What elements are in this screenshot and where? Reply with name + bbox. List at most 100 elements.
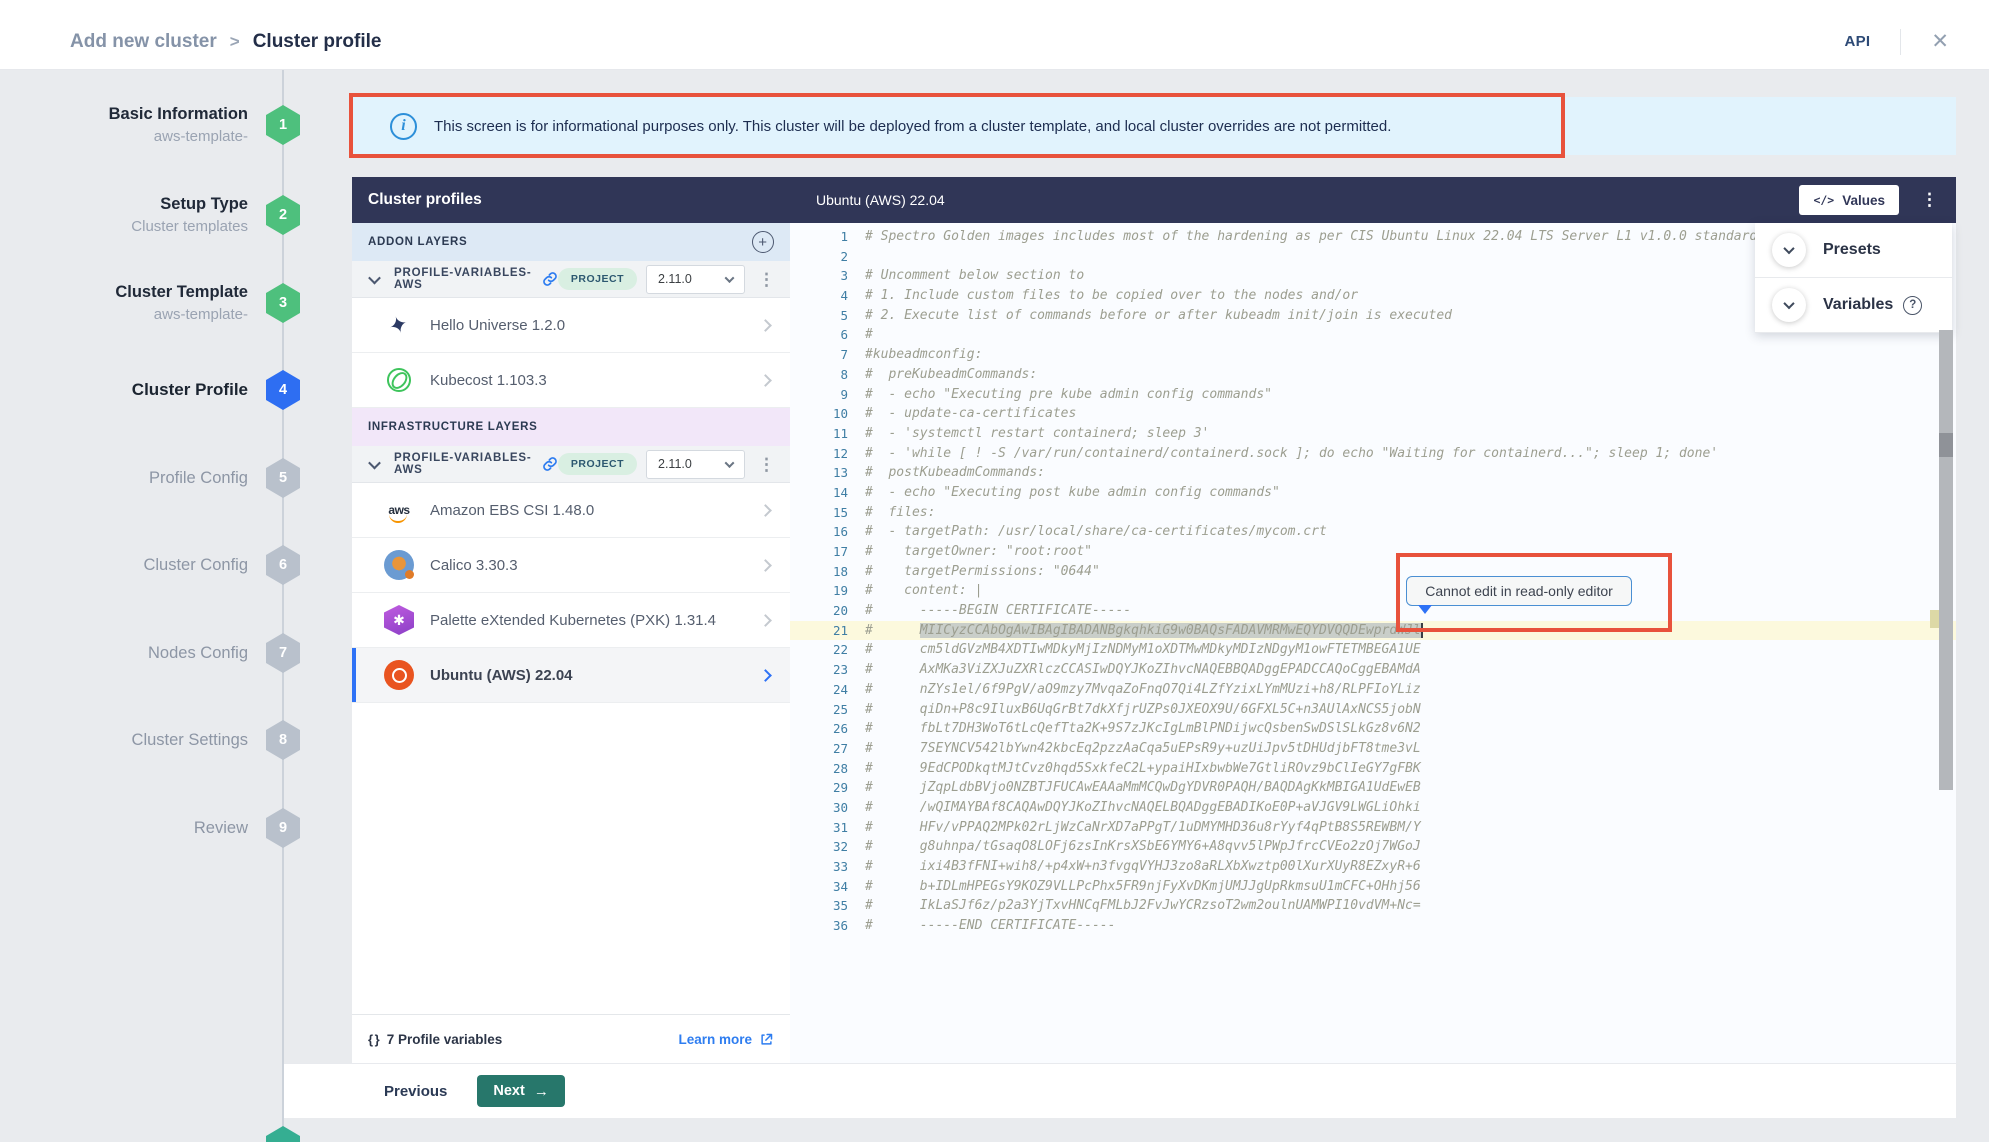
code-text: # MIICyzCCAbOgAwIBAgIBADANBgkqhkiG9w0BAQ… [865, 621, 1423, 641]
add-layer-icon[interactable]: + [752, 231, 774, 253]
step-number-badge: 7 [266, 633, 300, 673]
code-text: # /wQIMAYBAf8CAQAwDQYJKoZIhvcNAQELBQADgg… [865, 798, 1421, 818]
code-line: 8 # preKubeadmCommands: [790, 365, 1956, 385]
layer-list-item[interactable]: Hello Universe 1.2.0 [352, 298, 790, 353]
code-text: # targetPermissions: "0644" [865, 562, 1100, 582]
code-text: # HFv/vPPAQ2MPk02rLjWzCaNrXD7aPPgT/1uDMY… [865, 818, 1421, 838]
code-text: # 2. Execute list of commands before or … [865, 306, 1452, 326]
help-icon[interactable]: ? [1903, 296, 1922, 315]
wizard-stepper: Basic Information aws-template- 1 Setup … [0, 0, 330, 1142]
step-number-badge: 8 [266, 720, 300, 760]
code-line: 19 # content: | [790, 581, 1956, 601]
profile-variables-count: { } 7 Profile variables [368, 1032, 502, 1047]
layer-list-item[interactable]: Calico 3.30.3 [352, 538, 790, 593]
breadcrumb-parent-link[interactable]: Add new cluster [70, 31, 217, 53]
editor-scrollbar[interactable] [1939, 330, 1953, 790]
stepper-step[interactable]: Nodes Config 7 [0, 625, 248, 681]
variables-expand-button[interactable] [1772, 288, 1806, 322]
chevron-down-icon [725, 458, 735, 468]
layer-list-item[interactable]: Kubecost 1.103.3 [352, 353, 790, 408]
close-icon[interactable]: ✕ [1931, 31, 1949, 52]
layer-name: Palette eXtended Kubernetes (PXK) 1.31.4 [430, 612, 761, 629]
editor-kebab-menu-icon[interactable]: ⋮ [1917, 190, 1942, 210]
header-actions: API ✕ [1844, 29, 1949, 55]
addon-layers-section: ADDON LAYERS + [352, 223, 790, 261]
info-icon: i [390, 113, 417, 140]
line-number: 27 [790, 739, 848, 759]
kebab-menu-icon[interactable]: ⋮ [755, 271, 778, 288]
arrow-right-icon: → [534, 1083, 549, 1100]
wizard-actions-bar: Previous Next → [284, 1063, 1956, 1118]
code-editor-content[interactable]: 1 # Spectro Golden images includes most … [790, 223, 1956, 1063]
stepper-step[interactable]: Cluster Template aws-template- 3 [0, 275, 248, 331]
infra-layers-list: Amazon EBS CSI 1.48.0 Calico 3.30.3 Pale… [352, 483, 790, 703]
learn-more-link[interactable]: Learn more [678, 1032, 774, 1047]
previous-button[interactable]: Previous [384, 1083, 447, 1100]
layer-name: Calico 3.30.3 [430, 557, 761, 574]
line-number: 8 [790, 365, 848, 385]
breadcrumb-separator: > [230, 32, 240, 52]
code-line: 35 # IkLaSJf6z/p2a3YjTxvHNCqFMLbJ2FvJwYC… [790, 896, 1956, 916]
highlighted-line-marker [1930, 610, 1939, 628]
presets-expand-button[interactable] [1772, 233, 1806, 267]
addon-profile-group-row[interactable]: PROFILE-VARIABLES-AWS PROJECT 2.11.0 ⋮ [352, 261, 790, 298]
line-number: 25 [790, 700, 848, 720]
link-icon [542, 271, 558, 287]
editor-scrollbar-thumb[interactable] [1939, 433, 1953, 457]
layer-list-item[interactable]: Palette eXtended Kubernetes (PXK) 1.31.4 [352, 593, 790, 648]
chevron-down-icon [725, 273, 735, 283]
line-number: 17 [790, 542, 848, 562]
variables-row[interactable]: Variables ? [1755, 278, 1952, 333]
line-number: 13 [790, 463, 848, 483]
step-sublabel: aws-template- [0, 128, 248, 145]
code-line: 15 # files: [790, 503, 1956, 523]
stepper-step[interactable]: Review 9 [0, 800, 248, 856]
code-text: # 1. Include custom files to be copied o… [865, 286, 1358, 306]
stepper-step[interactable]: Setup Type Cluster templates 2 [0, 187, 248, 243]
api-button[interactable]: API [1844, 33, 1870, 50]
layer-list-item[interactable]: Amazon EBS CSI 1.48.0 [352, 483, 790, 538]
project-scope-badge: PROJECT [558, 453, 637, 475]
code-text: # 9EdCPODkqtMJtCvz0hqd5SxkfeC2L+ypaiHIxb… [865, 759, 1421, 779]
profile-group-name: PROFILE-VARIABLES-AWS [394, 452, 533, 476]
profile-version-select[interactable]: 2.11.0 [646, 265, 745, 294]
code-text: # jZqpLdbBVjo0NZBTJFUCAwEAAaMmMCQwDgYDVR… [865, 778, 1421, 798]
line-number: 24 [790, 680, 848, 700]
code-text: # Spectro Golden images includes most of… [865, 227, 1765, 247]
infra-profile-group-row[interactable]: PROFILE-VARIABLES-AWS PROJECT 2.11.0 ⋮ [352, 446, 790, 483]
stepper-step[interactable]: Profile Config 5 [0, 450, 248, 506]
line-number: 21 [790, 621, 848, 641]
values-button[interactable]: </> Values [1799, 185, 1899, 215]
layer-name: Kubecost 1.103.3 [430, 372, 761, 389]
next-button[interactable]: Next → [477, 1075, 564, 1107]
chevron-right-icon [759, 374, 772, 387]
layer-list-item[interactable]: Ubuntu (AWS) 22.04 [352, 648, 790, 703]
presets-row[interactable]: Presets [1755, 223, 1952, 278]
code-text: # - echo "Executing pre kube admin confi… [865, 385, 1272, 405]
cluster-profiles-header: Cluster profiles [352, 177, 790, 223]
line-number: 18 [790, 562, 848, 582]
code-text: # - targetPath: /usr/local/share/ca-cert… [865, 522, 1327, 542]
code-text: # -----BEGIN CERTIFICATE----- [865, 601, 1131, 621]
stepper-step[interactable]: Basic Information aws-template- 1 [0, 97, 248, 153]
kebab-menu-icon[interactable]: ⋮ [755, 456, 778, 473]
code-line: 7 #kubeadmconfig: [790, 345, 1956, 365]
chevron-right-icon [759, 559, 772, 572]
infrastructure-layers-section: INFRASTRUCTURE LAYERS [352, 408, 790, 446]
cluster-profiles-title: Cluster profiles [368, 191, 482, 209]
code-text: # postKubeadmCommands: [865, 463, 1045, 483]
step-number-badge: 1 [266, 105, 300, 145]
code-line: 16 # - targetPath: /usr/local/share/ca-c… [790, 522, 1956, 542]
profile-version-select[interactable]: 2.11.0 [646, 450, 745, 479]
stepper-step[interactable]: Cluster Profile 4 [0, 362, 248, 418]
chevron-down-icon [368, 271, 381, 284]
line-number: 7 [790, 345, 848, 365]
layer-name: Hello Universe 1.2.0 [430, 317, 761, 334]
add-new-cluster-wizard: Add new cluster > Cluster profile API ✕ … [0, 0, 1989, 1142]
stepper-step[interactable]: Cluster Settings 8 [0, 712, 248, 768]
code-line: 33 # ixi4B3fFNI+wih8/+p4xW+n3fvgqVYHJ3zo… [790, 857, 1956, 877]
line-number: 2 [790, 247, 848, 267]
chevron-down-icon [368, 456, 381, 469]
stepper-step[interactable]: Cluster Config 6 [0, 537, 248, 593]
step-label: Cluster Config [0, 556, 248, 575]
